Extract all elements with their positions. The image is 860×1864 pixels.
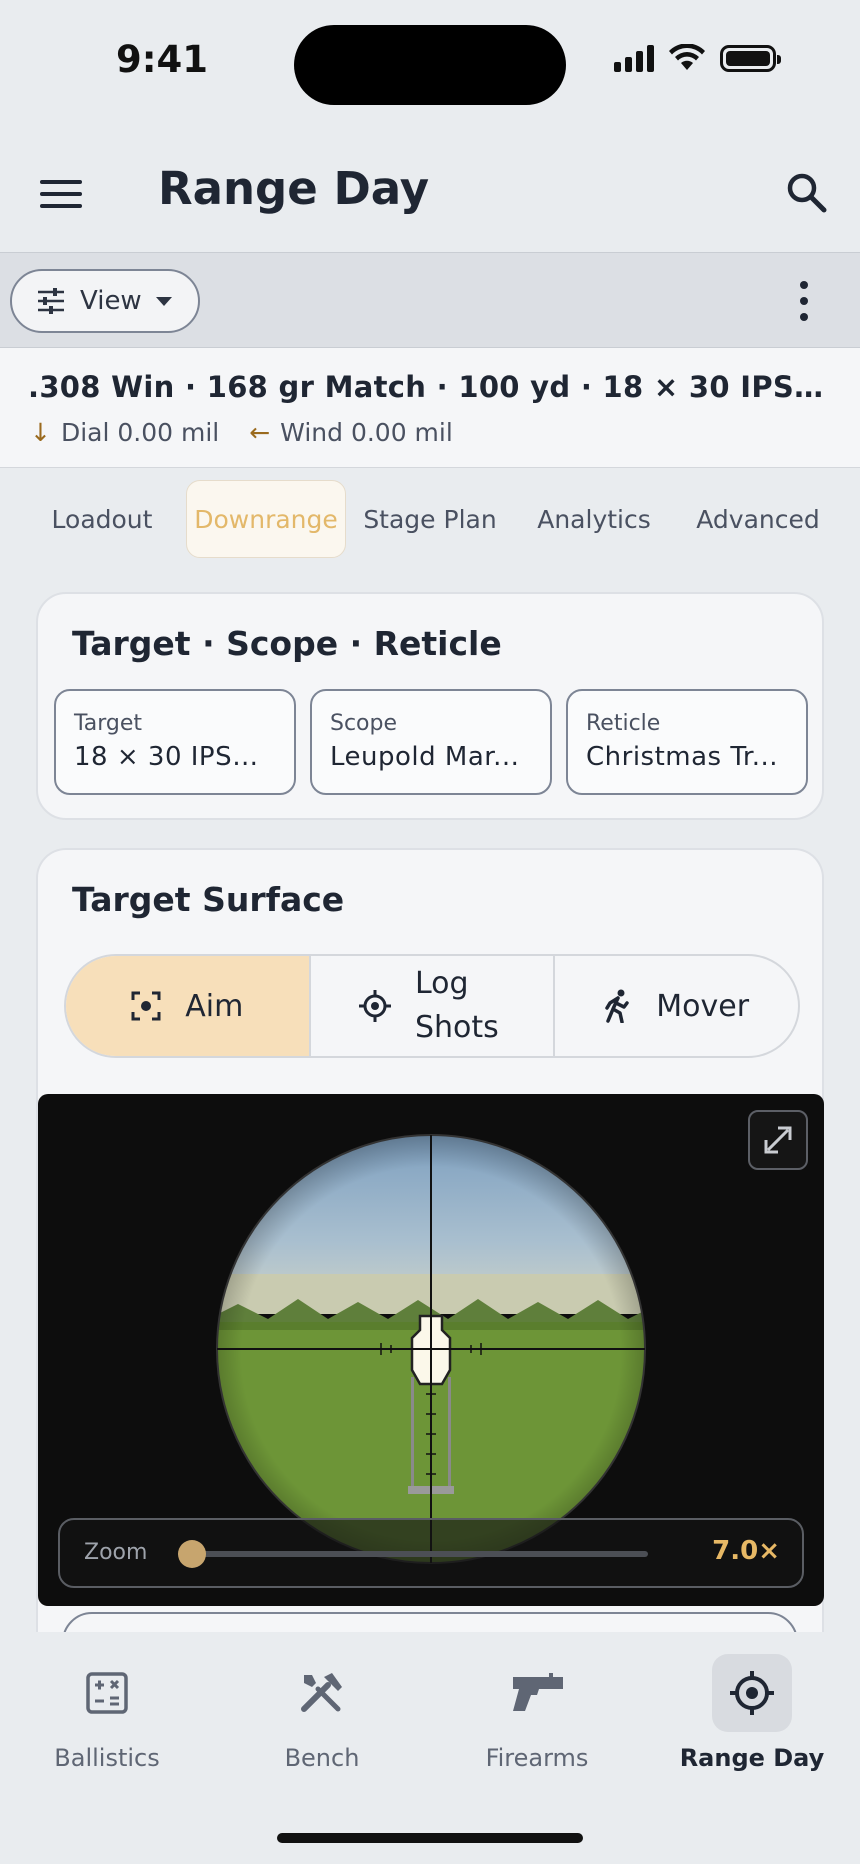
- tab-advanced[interactable]: Advanced: [684, 480, 832, 558]
- nav-bench[interactable]: Bench: [222, 1654, 422, 1772]
- arrow-left-icon: ←: [249, 418, 271, 447]
- nav-range-day[interactable]: Range Day: [652, 1654, 852, 1772]
- nav-firearms-label: Firearms: [485, 1744, 589, 1772]
- mode-aim-button[interactable]: Aim: [66, 956, 311, 1056]
- view-button[interactable]: View: [10, 269, 200, 333]
- zoom-slider[interactable]: [178, 1540, 648, 1568]
- reticle-selector-label: Reticle: [586, 711, 661, 736]
- zoom-slider-thumb[interactable]: [178, 1540, 206, 1568]
- wifi-icon: [669, 44, 705, 70]
- page-title: Range Day: [158, 162, 430, 215]
- menu-button[interactable]: [38, 174, 84, 214]
- expand-button[interactable]: [748, 1110, 808, 1170]
- target-surface-title: Target Surface: [72, 880, 345, 919]
- wind-value: Wind 0.00 mil: [280, 418, 453, 447]
- mode-mover-button[interactable]: Mover: [555, 956, 798, 1056]
- nav-range-day-label: Range Day: [679, 1744, 825, 1772]
- setup-card: Target · Scope · Reticle Target 18 × 30 …: [36, 592, 824, 820]
- scope-selector-value: Leupold Mar...: [330, 742, 520, 772]
- arrow-down-icon: ↓: [30, 418, 51, 447]
- target-icon: [730, 1671, 774, 1715]
- mode-log-shots-button[interactable]: Log Shots: [311, 956, 556, 1056]
- load-summary: .308 Win · 168 gr Match · 100 yd · 18 × …: [0, 348, 860, 468]
- setup-card-title: Target · Scope · Reticle: [72, 624, 502, 663]
- tab-downrange[interactable]: Downrange: [186, 480, 346, 558]
- caret-down-icon: [155, 296, 172, 306]
- target-selector-value: 18 × 30 IPSC...: [74, 742, 276, 772]
- nav-ballistics[interactable]: Ballistics: [7, 1654, 207, 1772]
- tab-loadout[interactable]: Loadout: [34, 480, 170, 558]
- tools-icon: [301, 1673, 342, 1712]
- dynamic-island: [294, 25, 566, 105]
- expand-icon: [764, 1126, 792, 1154]
- mode-mover-label: Mover: [656, 988, 750, 1024]
- mode-log-shots-label: Log Shots: [415, 966, 499, 1045]
- tab-bar: Loadout Downrange Stage Plan Analytics A…: [0, 480, 860, 560]
- tab-analytics[interactable]: Analytics: [524, 480, 664, 558]
- mode-aim-label: Aim: [185, 988, 244, 1024]
- tab-stage-plan[interactable]: Stage Plan: [354, 480, 506, 558]
- dial-value: Dial 0.00 mil: [60, 418, 220, 447]
- calculator-icon: [86, 1672, 128, 1714]
- zoom-control: Zoom 7.0×: [58, 1518, 804, 1588]
- scope-viewport[interactable]: Zoom 7.0×: [38, 1094, 824, 1606]
- target-selector-label: Target: [74, 711, 143, 736]
- bottom-navigation: Ballistics Bench Firearms Range Day: [0, 1632, 860, 1864]
- more-options-icon[interactable]: [794, 281, 814, 321]
- crosshair-icon: [359, 990, 391, 1022]
- target-surface-card: Target Surface Aim Log Shots Mover Zoom …: [36, 848, 824, 1648]
- target-selector[interactable]: Target 18 × 30 IPSC...: [54, 689, 296, 795]
- status-bar: 9:41: [0, 0, 860, 120]
- home-indicator: [277, 1833, 583, 1843]
- nav-firearms[interactable]: Firearms: [437, 1654, 637, 1772]
- pistol-icon: [513, 1673, 563, 1711]
- cellular-signal-icon: [614, 44, 654, 72]
- reticle-selector-value: Christmas Tr...: [586, 742, 779, 772]
- toolbar: View: [0, 252, 860, 348]
- status-icons: [614, 44, 781, 72]
- sliders-icon: [38, 288, 64, 314]
- load-summary-adjustments: ↓ Dial 0.00 mil ← Wind 0.00 mil: [30, 418, 453, 447]
- dial-readout: ↓ Dial 0.00 mil: [30, 418, 219, 447]
- app-bar: Range Day: [0, 140, 860, 252]
- status-time: 9:41: [116, 38, 209, 81]
- wind-readout: ← Wind 0.00 mil: [249, 418, 453, 447]
- reticle-selector[interactable]: Reticle Christmas Tr...: [566, 689, 808, 795]
- scope-selector[interactable]: Scope Leupold Mar...: [310, 689, 552, 795]
- mode-segmented-control: Aim Log Shots Mover: [64, 954, 800, 1058]
- zoom-label: Zoom: [84, 1540, 148, 1565]
- nav-ballistics-label: Ballistics: [54, 1744, 160, 1772]
- aim-icon: [131, 991, 161, 1021]
- load-summary-title: .308 Win · 168 gr Match · 100 yd · 18 × …: [28, 370, 836, 404]
- scope-selector-label: Scope: [330, 711, 398, 736]
- running-person-icon: [605, 989, 630, 1023]
- battery-icon: [720, 44, 781, 72]
- search-icon[interactable]: [782, 168, 832, 218]
- view-button-label: View: [80, 286, 142, 316]
- nav-bench-label: Bench: [284, 1744, 360, 1772]
- zoom-value: 7.0×: [712, 1536, 780, 1566]
